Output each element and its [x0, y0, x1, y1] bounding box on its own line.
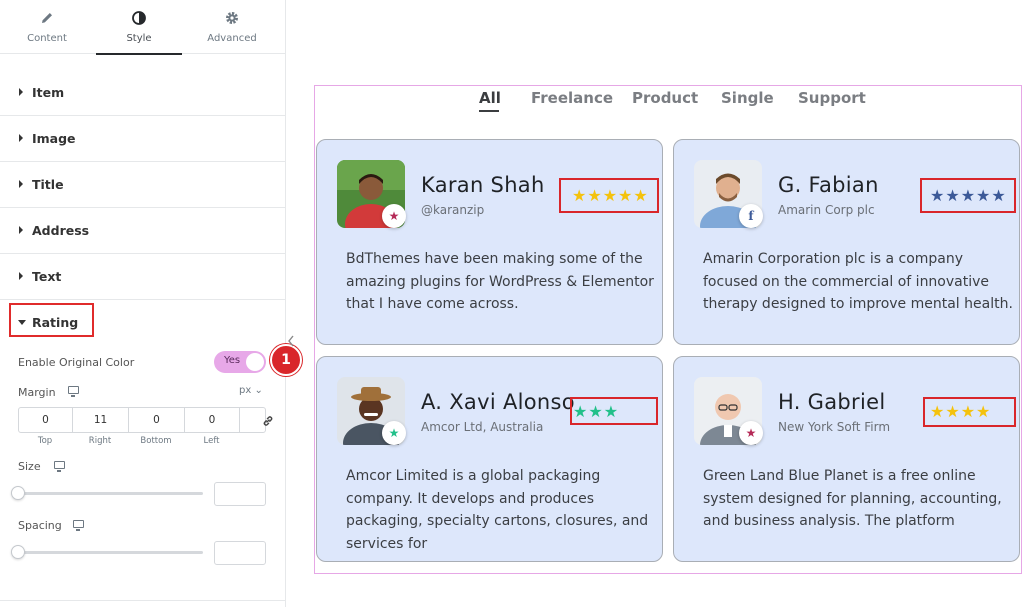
testimonial-card: ★ A. Xavi Alonso Amcor Ltd, Australia Am…: [316, 356, 663, 562]
margin-left-input[interactable]: 0: [185, 408, 240, 432]
rating-highlight: [923, 397, 1016, 427]
tab-advanced[interactable]: Advanced: [189, 0, 275, 54]
rating-highlight: [559, 178, 659, 213]
chevron-down-icon: ⌄: [254, 385, 263, 396]
caret-right-icon: [19, 180, 23, 188]
toggle-knob: [246, 353, 264, 371]
size-label: Size: [18, 460, 41, 473]
rating-section-highlight: [9, 303, 94, 337]
margin-inputs: 0 11 0 0: [18, 407, 273, 433]
desktop-monitor-icon[interactable]: [68, 386, 79, 397]
enable-original-color-toggle[interactable]: Yes: [214, 351, 266, 373]
editor-panel: Content Style Advanced Item Image Title: [0, 0, 302, 607]
desktop-monitor-icon[interactable]: [54, 461, 65, 472]
card-handle: Amarin Corp plc: [778, 203, 875, 217]
margin-right-label: Right: [88, 436, 112, 446]
tab-content-label: Content: [27, 33, 67, 44]
editor-tabs: Content Style Advanced: [0, 0, 286, 55]
rating-highlight: [920, 178, 1016, 213]
unit-value: px: [239, 385, 252, 396]
section-text[interactable]: Text: [0, 254, 286, 300]
margin-label: Margin: [18, 386, 56, 399]
card-text: Amcor Limited is a global packaging comp…: [346, 468, 649, 552]
size-input[interactable]: [214, 482, 266, 506]
star-icon: ★: [382, 204, 406, 228]
spacing-input[interactable]: [214, 541, 266, 565]
card-name: H. Gabriel: [778, 390, 886, 414]
spacing-slider-track[interactable]: [18, 551, 203, 554]
margin-top-input[interactable]: 0: [19, 408, 73, 432]
margin-left-label: Left: [203, 436, 220, 446]
section-item[interactable]: Item: [0, 70, 286, 116]
testimonial-card: f G. Fabian Amarin Corp plc Amarin Corpo…: [673, 139, 1020, 345]
star-icon: ★: [739, 421, 763, 445]
spacing-label: Spacing: [18, 519, 62, 532]
card-name: A. Xavi Alonso: [421, 390, 575, 414]
tab-style-label: Style: [126, 33, 152, 44]
filter-active-underline: [479, 110, 499, 112]
testimonial-card: ★ Karan Shah @karanzip BdThemes have bee…: [316, 139, 663, 345]
caret-right-icon: [19, 88, 23, 96]
section-image[interactable]: Image: [0, 116, 286, 162]
chevron-left-icon[interactable]: [286, 334, 296, 348]
filter-freelance[interactable]: Freelance: [531, 89, 613, 107]
filter-product[interactable]: Product: [632, 89, 698, 107]
filter-single[interactable]: Single: [721, 89, 774, 107]
filter-all[interactable]: All: [479, 89, 501, 107]
section-address[interactable]: Address: [0, 208, 286, 254]
step-badge: 1: [270, 344, 302, 376]
section-image-title: Image: [32, 131, 76, 146]
spacing-slider-handle[interactable]: [11, 545, 25, 559]
caret-right-icon: [19, 272, 23, 280]
card-handle: Amcor Ltd, Australia: [421, 420, 544, 434]
card-name: Karan Shah: [421, 173, 545, 197]
enable-original-color-label: Enable Original Color: [18, 356, 135, 369]
caret-right-icon: [19, 226, 23, 234]
pencil-icon: [42, 13, 52, 23]
gear-icon: [226, 12, 238, 24]
panel-divider: [0, 600, 286, 601]
toggle-value: Yes: [224, 355, 241, 366]
half-circle-icon: [132, 11, 146, 25]
caret-right-icon: [19, 134, 23, 142]
margin-right-input[interactable]: 11: [73, 408, 129, 432]
section-title[interactable]: Title: [0, 162, 286, 208]
card-text: Amarin Corporation plc is a company focu…: [703, 251, 1013, 312]
filter-support[interactable]: Support: [798, 89, 866, 107]
unit-select[interactable]: px ⌄: [239, 385, 263, 396]
card-text: Green Land Blue Planet is a free online …: [703, 468, 1002, 529]
card-text: BdThemes have been making some of the am…: [346, 251, 654, 312]
facebook-icon: f: [739, 204, 763, 228]
margin-top-label: Top: [37, 436, 53, 446]
card-name: G. Fabian: [778, 173, 879, 197]
tab-advanced-label: Advanced: [207, 33, 257, 44]
tab-style[interactable]: Style: [96, 0, 182, 55]
rating-highlight: [570, 397, 658, 425]
star-icon: ★: [382, 421, 406, 445]
margin-bottom-label: Bottom: [140, 436, 172, 446]
section-item-title: Item: [32, 85, 65, 100]
testimonial-card: ★ H. Gabriel New York Soft Firm Green La…: [673, 356, 1020, 562]
card-handle: New York Soft Firm: [778, 420, 891, 434]
desktop-monitor-icon[interactable]: [73, 520, 84, 531]
section-text-title: Text: [32, 269, 62, 284]
size-slider-track[interactable]: [18, 492, 203, 495]
section-title-title: Title: [32, 177, 64, 192]
size-slider-handle[interactable]: [11, 486, 25, 500]
tab-content[interactable]: Content: [4, 0, 90, 54]
card-handle: @karanzip: [421, 203, 485, 217]
link-icon[interactable]: [262, 415, 274, 427]
margin-bottom-input[interactable]: 0: [129, 408, 185, 432]
section-address-title: Address: [32, 223, 90, 238]
